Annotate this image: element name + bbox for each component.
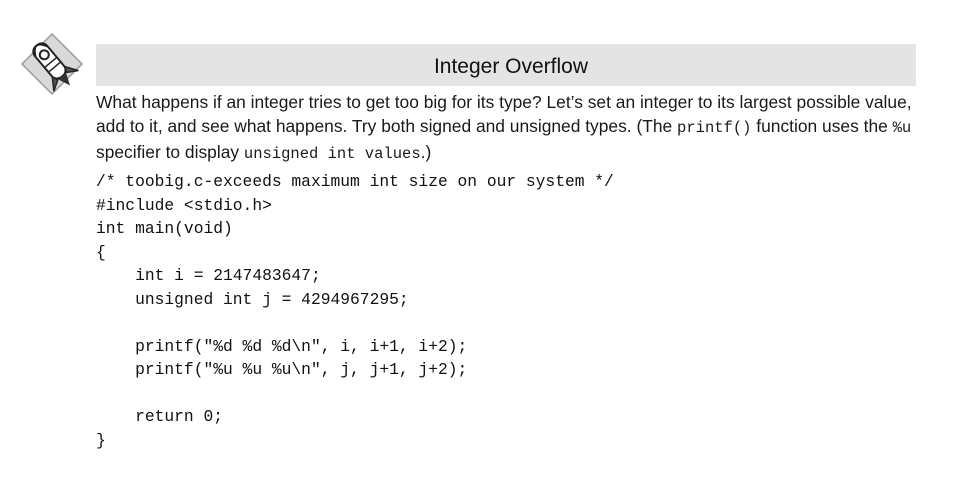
code-line: unsigned int j = 4294967295;: [96, 289, 409, 309]
intro-text-4: .): [420, 142, 432, 162]
code-line: #include <stdio.h>: [96, 195, 272, 215]
code-listing: /* toobig.c-exceeds maximum int size on …: [96, 170, 614, 452]
section-header-bar: Integer Overflow: [96, 44, 916, 86]
code-line: /* toobig.c-exceeds maximum int size on …: [96, 172, 614, 191]
intro-text-2: function uses the: [751, 116, 893, 136]
code-line: return 0;: [96, 407, 224, 426]
intro-text-3: specifier to display: [96, 142, 244, 162]
rocket-logo-icon: [14, 26, 90, 102]
section-title: Integer Overflow: [433, 55, 589, 78]
inline-code-printf: printf(): [677, 119, 752, 137]
code-line: }: [96, 430, 106, 450]
intro-paragraph: What happens if an integer tries to get …: [96, 90, 936, 166]
code-line: {: [96, 242, 106, 262]
inline-code-unsigned: unsigned int values: [243, 145, 421, 163]
inline-code-specifier: %u: [892, 119, 912, 137]
code-line: int main(void): [96, 219, 233, 238]
code-line: printf("%u %u %u\n", j, j+1, j+2);: [96, 360, 468, 379]
code-line: printf("%d %d %d\n", i, i+1, i+2);: [96, 336, 468, 356]
code-line: int i = 2147483647;: [96, 266, 321, 285]
